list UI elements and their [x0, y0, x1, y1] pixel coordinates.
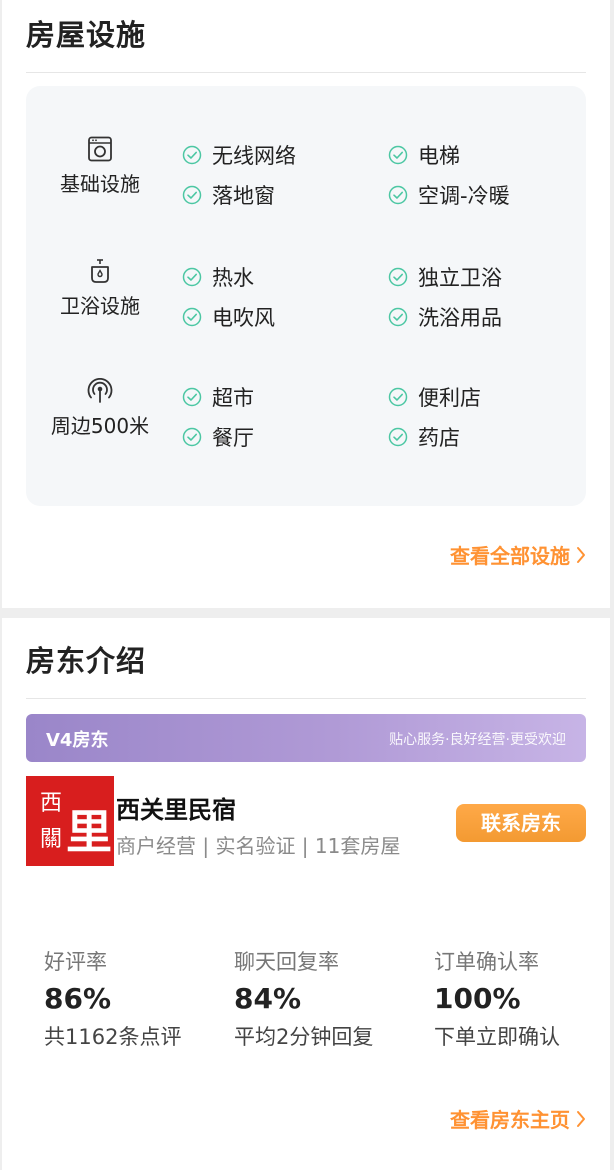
- stat-sub: 下单立即确认: [434, 1025, 560, 1049]
- host-name: 西关里民宿: [116, 796, 236, 824]
- check-circle-icon: [182, 145, 202, 165]
- stat-rating: 好评率 86% 共1162条点评: [44, 946, 181, 1051]
- facility-item: 电梯: [388, 140, 460, 170]
- check-circle-icon: [388, 427, 408, 447]
- facility-item-label: 无线网络: [212, 144, 296, 168]
- host-level-tagline: 贴心服务·良好经营·更受欢迎: [389, 732, 566, 748]
- facility-item-label: 落地窗: [212, 184, 275, 208]
- facility-category: 基础设施: [30, 136, 170, 197]
- check-circle-icon: [182, 267, 202, 287]
- facility-item: 便利店: [388, 382, 481, 412]
- facility-category: 卫浴设施: [30, 258, 170, 319]
- check-circle-icon: [388, 185, 408, 205]
- shower-bath-icon: [30, 258, 170, 284]
- check-circle-icon: [388, 387, 408, 407]
- svg-text:關: 關: [40, 827, 62, 852]
- view-all-facilities-link[interactable]: 查看全部设施: [450, 540, 586, 569]
- host-level-banner: V4房东 贴心服务·良好经营·更受欢迎: [26, 714, 586, 762]
- host-section: 房东介绍 V4房东 贴心服务·良好经营·更受欢迎 西 關 里 西关里民宿 商户经…: [2, 618, 610, 1170]
- check-circle-icon: [182, 427, 202, 447]
- chevron-right-icon: [577, 546, 585, 563]
- check-circle-icon: [182, 307, 202, 327]
- contact-host-button[interactable]: 联系房东: [456, 804, 586, 842]
- facility-group-nearby: 周边500米 超市 便利店 餐厅 药店: [26, 378, 586, 468]
- facility-item-label: 药店: [418, 426, 460, 450]
- stat-value: 100%: [434, 982, 521, 1015]
- check-circle-icon: [182, 387, 202, 407]
- view-all-facilities-label: 查看全部设施: [450, 544, 570, 568]
- divider: [26, 72, 586, 73]
- check-circle-icon: [182, 185, 202, 205]
- facility-item: 超市: [182, 382, 254, 412]
- facility-category: 周边500米: [30, 378, 170, 439]
- stat-label: 好评率: [44, 950, 107, 974]
- facilities-panel: 基础设施 无线网络 电梯 落地窗 空调-冷暖 卫浴设施 热水 独立卫浴 电吹风 …: [26, 86, 586, 506]
- washing-machine-icon: [30, 136, 170, 162]
- facility-item: 热水: [182, 262, 254, 292]
- facility-item-label: 电吹风: [212, 306, 275, 330]
- facility-group-basic: 基础设施 无线网络 电梯 落地窗 空调-冷暖: [26, 136, 586, 226]
- host-title: 房东介绍: [26, 644, 147, 678]
- facility-item-label: 独立卫浴: [418, 266, 502, 290]
- stat-confirm-rate: 订单确认率 100% 下单立即确认: [434, 946, 560, 1051]
- facility-item: 落地窗: [182, 180, 275, 210]
- facility-item: 独立卫浴: [388, 262, 502, 292]
- facility-category-label: 周边500米: [50, 414, 150, 438]
- facility-item: 洗浴用品: [388, 302, 502, 332]
- stat-value: 86%: [44, 982, 112, 1015]
- svg-text:西: 西: [40, 791, 62, 816]
- check-circle-icon: [388, 307, 408, 327]
- stat-reply-rate: 聊天回复率 84% 平均2分钟回复: [234, 946, 373, 1051]
- facilities-section: 房屋设施 基础设施 无线网络 电梯 落地窗 空调-冷暖 卫浴设施 热水 独立卫浴…: [2, 0, 610, 608]
- facility-item-label: 空调-冷暖: [418, 184, 510, 208]
- facility-item: 药店: [388, 422, 460, 452]
- host-meta: 商户经营 | 实名验证 | 11套房屋: [116, 834, 401, 858]
- chevron-right-icon: [577, 1110, 585, 1127]
- view-host-home-label: 查看房东主页: [450, 1108, 570, 1132]
- facility-item-label: 电梯: [418, 144, 460, 168]
- facility-item: 餐厅: [182, 422, 254, 452]
- facility-item-label: 便利店: [418, 386, 481, 410]
- facility-item-label: 洗浴用品: [418, 306, 502, 330]
- host-logo[interactable]: 西 關 里: [26, 776, 114, 866]
- facility-category-label: 卫浴设施: [60, 294, 140, 318]
- facility-item: 电吹风: [182, 302, 275, 332]
- facility-group-bath: 卫浴设施 热水 独立卫浴 电吹风 洗浴用品: [26, 258, 586, 348]
- stat-label: 聊天回复率: [234, 950, 339, 974]
- facilities-title: 房屋设施: [26, 18, 147, 52]
- facility-item-label: 热水: [212, 266, 254, 290]
- svg-text:里: 里: [66, 805, 112, 859]
- stat-sub: 平均2分钟回复: [234, 1025, 374, 1049]
- check-circle-icon: [388, 267, 408, 287]
- facility-category-label: 基础设施: [60, 172, 140, 196]
- check-circle-icon: [388, 145, 408, 165]
- stat-sub: 共1162条点评: [44, 1025, 182, 1049]
- location-radar-icon: [30, 378, 170, 404]
- facility-item-label: 餐厅: [212, 426, 254, 450]
- host-level-label: V4房东: [46, 730, 109, 751]
- facility-item-label: 超市: [212, 386, 254, 410]
- stat-value: 84%: [234, 982, 302, 1015]
- facility-item: 无线网络: [182, 140, 296, 170]
- facility-item: 空调-冷暖: [388, 180, 510, 210]
- stat-label: 订单确认率: [434, 950, 539, 974]
- divider: [26, 698, 586, 699]
- view-host-home-link[interactable]: 查看房东主页: [450, 1104, 586, 1133]
